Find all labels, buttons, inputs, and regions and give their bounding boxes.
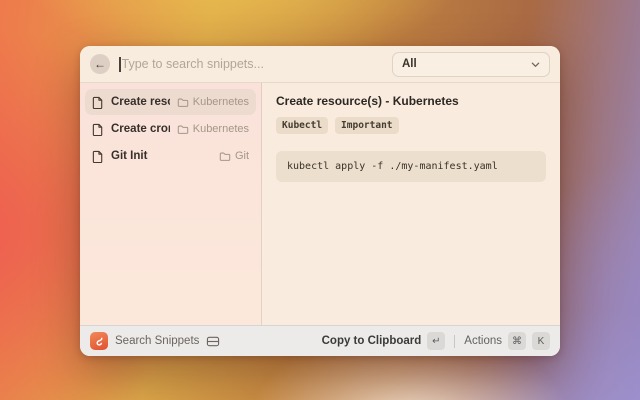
copy-to-clipboard-action[interactable]: Copy to Clipboard ↵ bbox=[322, 332, 446, 350]
tag-chip: Important bbox=[335, 117, 398, 134]
list-item-folder-name: Kubernetes bbox=[193, 123, 249, 135]
list-item-accessory: Kubernetes bbox=[177, 123, 249, 135]
search-bar: ← All bbox=[80, 46, 560, 83]
command-keycap: ⌘ bbox=[508, 332, 526, 350]
document-icon bbox=[92, 96, 104, 109]
search-field-wrap bbox=[119, 57, 383, 72]
tag-list: Kubectl Important bbox=[276, 117, 546, 134]
tag-chip: Kubectl bbox=[276, 117, 328, 134]
filter-dropdown[interactable]: All bbox=[392, 52, 550, 77]
chevron-down-icon bbox=[531, 60, 540, 69]
statusbar-divider bbox=[454, 335, 455, 348]
list-item-label: Git Init bbox=[111, 150, 212, 162]
snippets-window: ← All Create resource(s) bbox=[80, 46, 560, 356]
snippet-code-block: kubectl apply -f ./my-manifest.yaml bbox=[276, 151, 546, 182]
copy-to-clipboard-label: Copy to Clipboard bbox=[322, 335, 422, 347]
app-icon bbox=[90, 332, 108, 350]
snippet-title: Create resource(s) - Kubernetes bbox=[276, 94, 546, 108]
content-area: Create resource(s) Kubernetes Create cro… bbox=[80, 83, 560, 325]
document-icon bbox=[92, 150, 104, 163]
folder-icon bbox=[177, 97, 189, 108]
back-arrow-icon: ← bbox=[94, 58, 106, 70]
snippet-detail-panel: Create resource(s) - Kubernetes Kubectl … bbox=[262, 83, 560, 325]
list-item-accessory: Kubernetes bbox=[177, 96, 249, 108]
k-keycap: K bbox=[532, 332, 550, 350]
list-item-git-init[interactable]: Git Init Git bbox=[85, 143, 256, 169]
return-keycap: ↵ bbox=[427, 332, 445, 350]
search-input[interactable] bbox=[122, 57, 384, 71]
actions-menu-button[interactable]: Actions ⌘ K bbox=[464, 332, 550, 350]
status-bar: Search Snippets Copy to Clipboard ↵ Acti… bbox=[80, 325, 560, 356]
folder-icon bbox=[177, 124, 189, 135]
snippet-list: Create resource(s) Kubernetes Create cro… bbox=[80, 83, 262, 325]
list-item-label: Create resource(s) bbox=[111, 96, 170, 108]
list-item-folder-name: Kubernetes bbox=[193, 96, 249, 108]
filter-selected-value: All bbox=[402, 58, 417, 70]
list-item-folder-name: Git bbox=[235, 150, 249, 162]
desktop: { "window": { "search": { "placeholder":… bbox=[0, 0, 640, 400]
folder-icon bbox=[219, 151, 231, 162]
list-item-label: Create cronjob bbox=[111, 123, 170, 135]
list-item-create-resources[interactable]: Create resource(s) Kubernetes bbox=[85, 89, 256, 115]
list-item-accessory: Git bbox=[219, 150, 249, 162]
document-icon bbox=[92, 123, 104, 136]
command-name: Search Snippets bbox=[115, 335, 199, 347]
drive-icon bbox=[206, 335, 220, 348]
actions-label: Actions bbox=[464, 335, 502, 347]
list-item-create-cronjob[interactable]: Create cronjob Kubernetes bbox=[85, 116, 256, 142]
text-caret bbox=[119, 57, 121, 72]
back-button[interactable]: ← bbox=[90, 54, 110, 74]
